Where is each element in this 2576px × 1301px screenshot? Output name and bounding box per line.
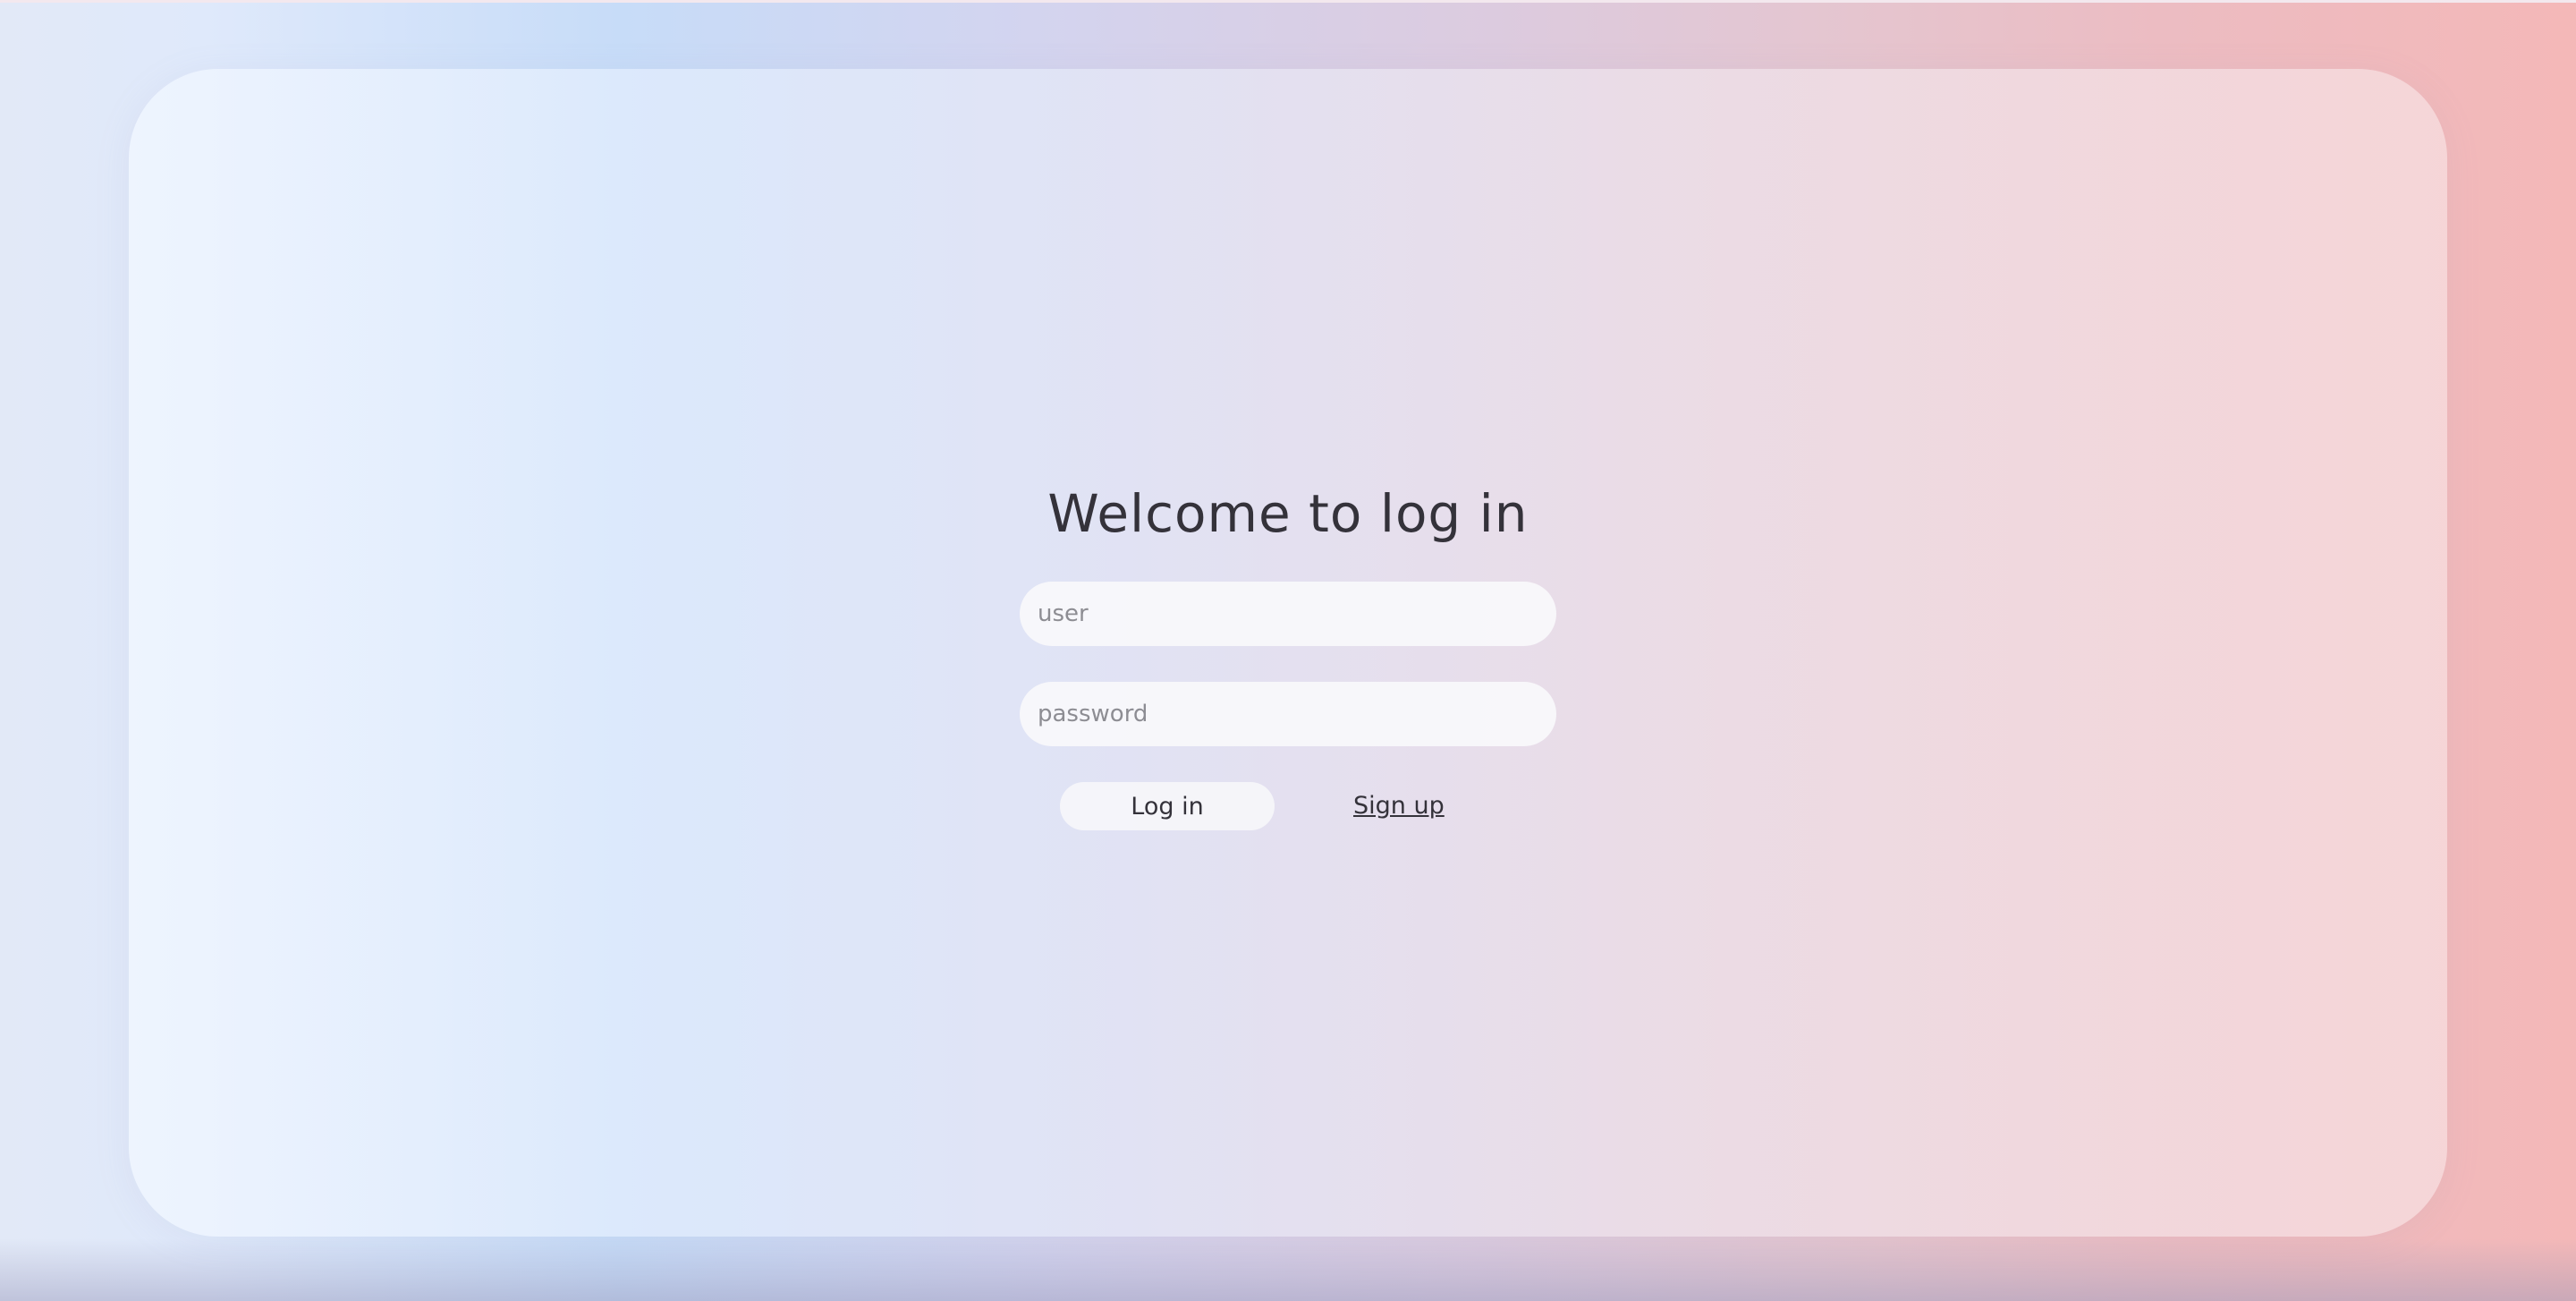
form-actions: Log in Sign up <box>1020 782 1556 830</box>
page-title: Welcome to log in <box>1047 483 1529 544</box>
login-button[interactable]: Log in <box>1060 782 1275 830</box>
password-input[interactable] <box>1020 682 1556 746</box>
login-form: Welcome to log in Log in Sign up <box>1020 481 1556 830</box>
signup-link[interactable]: Sign up <box>1353 782 1445 830</box>
top-border <box>0 0 2576 3</box>
user-input[interactable] <box>1020 582 1556 646</box>
bottom-shadow <box>0 1238 2576 1301</box>
